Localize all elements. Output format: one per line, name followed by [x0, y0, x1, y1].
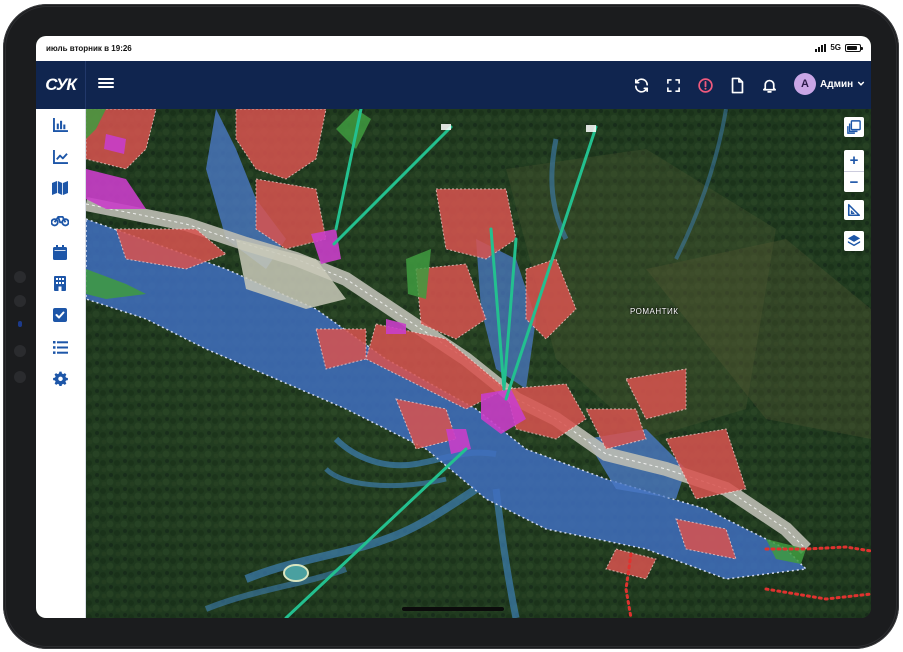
zoom-in-button[interactable]: + — [844, 150, 864, 171]
refresh-icon[interactable] — [631, 75, 651, 95]
checkbox-icon[interactable] — [50, 305, 70, 325]
zoom-out-button[interactable]: − — [844, 172, 864, 193]
top-navigation-bar: СУК A Админ — [36, 61, 871, 109]
battery-icon — [845, 43, 863, 52]
user-name: Админ — [820, 78, 854, 90]
signal-icon — [815, 43, 827, 52]
status-time: июль вторник в 19:26 — [46, 44, 132, 53]
sidebar — [36, 109, 86, 618]
camera-lens — [14, 295, 26, 307]
basemap-switch-icon[interactable] — [844, 117, 864, 137]
logo-divider — [85, 61, 86, 109]
measure-icon[interactable] — [844, 200, 864, 220]
avatar: A — [794, 73, 816, 95]
status-bar: июль вторник в 19:26 5G — [36, 36, 871, 61]
camera-button — [14, 271, 26, 283]
layers-icon[interactable] — [844, 231, 864, 251]
status-indicators: 5G — [815, 43, 863, 52]
zoom-controls: + − — [844, 150, 864, 192]
sensor-dot — [18, 321, 22, 327]
side-button-b — [14, 371, 26, 383]
calendar-icon[interactable] — [50, 242, 70, 262]
alert-icon[interactable] — [695, 75, 715, 95]
list-icon[interactable] — [50, 337, 70, 357]
satellite-map[interactable] — [86, 109, 871, 618]
side-button-a — [14, 345, 26, 357]
building-icon[interactable] — [50, 273, 70, 293]
bell-icon[interactable] — [759, 75, 779, 95]
user-menu[interactable]: A Админ — [794, 73, 865, 95]
document-icon[interactable] — [727, 75, 747, 95]
map-place-label: РОМАНТИК — [630, 307, 679, 316]
screen: июль вторник в 19:26 5G СУК A Админ РОМА… — [36, 36, 871, 618]
map-view[interactable]: РОМАНТИК + − — [86, 109, 871, 618]
bar-chart-icon[interactable] — [50, 115, 70, 135]
bicycle-icon[interactable] — [50, 210, 70, 230]
network-type: 5G — [830, 43, 841, 52]
app-logo[interactable]: СУК — [36, 61, 85, 109]
settings-gear-icon[interactable] — [50, 368, 70, 388]
line-chart-icon[interactable] — [50, 147, 70, 167]
menu-toggle-icon[interactable] — [98, 76, 114, 92]
home-indicator — [402, 607, 504, 611]
map-icon[interactable] — [50, 178, 70, 198]
fullscreen-icon[interactable] — [663, 75, 683, 95]
chevron-down-icon — [858, 81, 865, 86]
